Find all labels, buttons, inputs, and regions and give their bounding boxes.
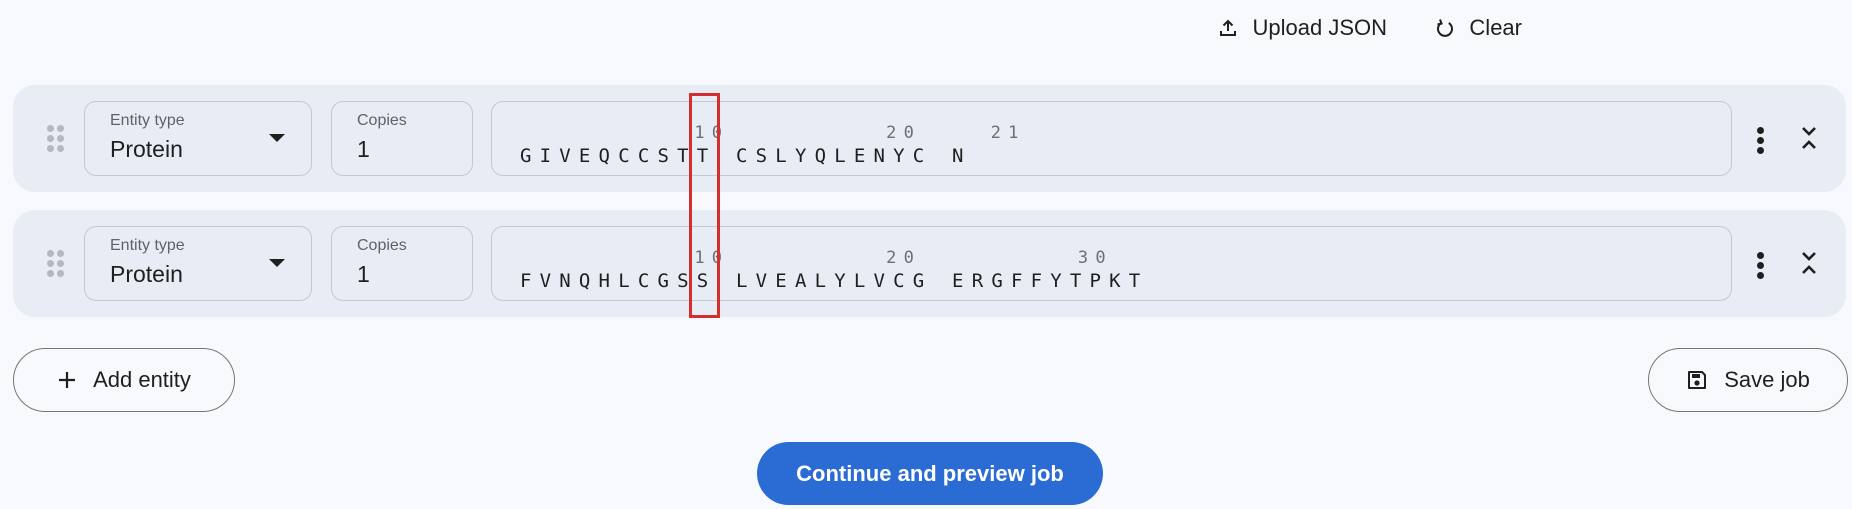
drag-handle-icon[interactable] — [47, 125, 65, 152]
entity-row: Entity type Protein Copies 1 10 20 30 FV… — [13, 210, 1846, 317]
copies-label: Copies — [357, 112, 407, 129]
top-toolbar: Upload JSON Clear — [0, 8, 1852, 48]
sequence-text: FVNQHLCGSS LVEALYLVCG ERGFFYTPKT — [520, 270, 1149, 292]
save-icon — [1688, 371, 1707, 389]
dropdown-arrow-icon — [269, 134, 285, 142]
clear-label: Clear — [1469, 15, 1522, 40]
save-job-label: Save job — [1724, 367, 1810, 392]
plus-icon — [59, 372, 76, 388]
sequence-text: GIVEQCCSTT CSLYQLENYC N — [520, 145, 972, 167]
copies-field[interactable]: Copies 1 — [331, 226, 473, 301]
copies-value: 1 — [357, 136, 370, 162]
expand-collapse-icon[interactable] — [1800, 125, 1818, 151]
add-entity-label: Add entity — [93, 367, 191, 392]
more-options-icon[interactable] — [1757, 252, 1765, 279]
upload-json-label: Upload JSON — [1252, 15, 1387, 40]
entity-type-select[interactable]: Entity type Protein — [84, 101, 312, 176]
upload-icon — [1220, 19, 1237, 36]
clear-button[interactable]: Clear — [1435, 8, 1522, 48]
sequence-position-numbers: 10 20 30 — [520, 248, 1113, 268]
entity-type-label: Entity type — [110, 112, 185, 129]
entity-type-select[interactable]: Entity type Protein — [84, 226, 312, 301]
sequence-field[interactable]: 10 20 21 GIVEQCCSTT CSLYQLENYC N — [491, 101, 1732, 176]
save-job-button[interactable]: Save job — [1648, 348, 1848, 412]
continue-preview-label: Continue and preview job — [796, 460, 1064, 486]
entity-type-value: Protein — [110, 261, 183, 287]
sequence-field[interactable]: 10 20 30 FVNQHLCGSS LVEALYLVCG ERGFFYTPK… — [491, 226, 1732, 301]
upload-json-button[interactable]: Upload JSON — [1218, 8, 1387, 48]
entity-type-label: Entity type — [110, 237, 185, 254]
continue-preview-button[interactable]: Continue and preview job — [757, 442, 1103, 505]
add-entity-button[interactable]: Add entity — [13, 348, 235, 412]
entity-row: Entity type Protein Copies 1 10 20 21 GI… — [13, 85, 1846, 192]
dropdown-arrow-icon — [269, 259, 285, 267]
copies-value: 1 — [357, 261, 370, 287]
copies-label: Copies — [357, 237, 407, 254]
expand-collapse-icon[interactable] — [1800, 250, 1818, 276]
sequence-position-numbers: 10 20 21 — [520, 123, 1026, 143]
more-options-icon[interactable] — [1757, 127, 1765, 154]
entity-type-value: Protein — [110, 136, 183, 162]
copies-field[interactable]: Copies 1 — [331, 101, 473, 176]
refresh-icon — [1437, 19, 1454, 37]
drag-handle-icon[interactable] — [47, 250, 65, 277]
